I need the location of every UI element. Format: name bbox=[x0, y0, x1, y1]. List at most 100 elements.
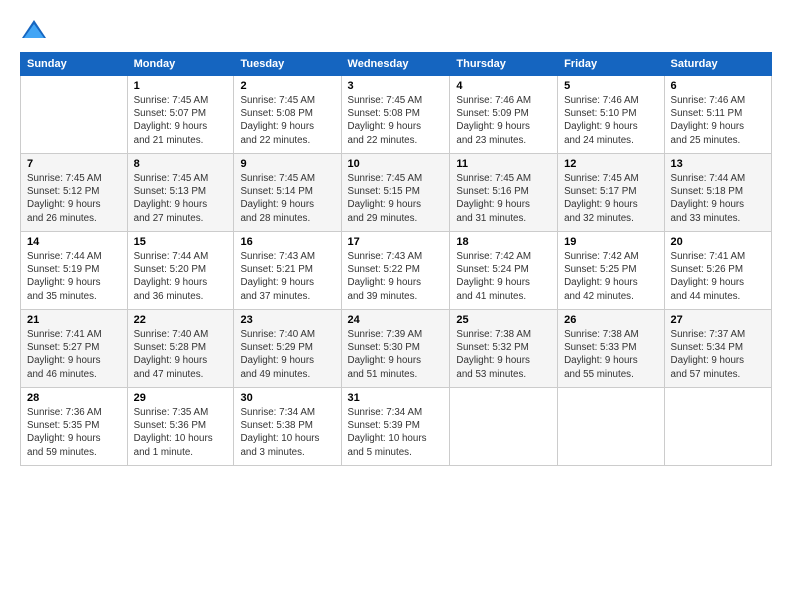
day-number: 3 bbox=[348, 80, 444, 92]
header-day: Wednesday bbox=[341, 53, 450, 76]
day-info: Sunrise: 7:45 AM Sunset: 5:15 PM Dayligh… bbox=[348, 172, 444, 225]
header-day: Monday bbox=[127, 53, 234, 76]
day-number: 28 bbox=[27, 392, 121, 404]
day-info: Sunrise: 7:45 AM Sunset: 5:07 PM Dayligh… bbox=[134, 94, 228, 147]
day-info: Sunrise: 7:42 AM Sunset: 5:24 PM Dayligh… bbox=[456, 250, 551, 303]
calendar-cell: 2Sunrise: 7:45 AM Sunset: 5:08 PM Daylig… bbox=[234, 76, 341, 154]
day-info: Sunrise: 7:40 AM Sunset: 5:29 PM Dayligh… bbox=[240, 328, 334, 381]
calendar-cell: 17Sunrise: 7:43 AM Sunset: 5:22 PM Dayli… bbox=[341, 232, 450, 310]
calendar-cell: 10 Sunrise: 7:45 AM Sunset: 5:15 PM Dayli… bbox=[341, 154, 450, 232]
calendar-cell: 23 Sunrise: 7:40 AM Sunset: 5:29 PM Dayli… bbox=[234, 310, 341, 388]
day-number: 6 bbox=[671, 80, 765, 92]
day-number: 5 bbox=[564, 80, 657, 92]
day-info: Sunrise: 7:38 AM Sunset: 5:32 PM Dayligh… bbox=[456, 328, 551, 381]
day-number: 4 bbox=[456, 80, 551, 92]
week-row: 14 Sunrise: 7:44 AM Sunset: 5:19 PM Dayli… bbox=[21, 232, 772, 310]
day-number: 12 bbox=[564, 158, 657, 170]
calendar-cell: 21 Sunrise: 7:41 AM Sunset: 5:27 PM Dayli… bbox=[21, 310, 128, 388]
calendar-cell: 11Sunrise: 7:45 AM Sunset: 5:16 PM Dayli… bbox=[450, 154, 558, 232]
calendar-cell: 28Sunrise: 7:36 AM Sunset: 5:35 PM Dayli… bbox=[21, 388, 128, 466]
calendar-cell: 18 Sunrise: 7:42 AM Sunset: 5:24 PM Dayli… bbox=[450, 232, 558, 310]
calendar-cell: 26 Sunrise: 7:38 AM Sunset: 5:33 PM Dayli… bbox=[558, 310, 664, 388]
header-day: Saturday bbox=[664, 53, 771, 76]
day-number: 9 bbox=[240, 158, 334, 170]
header-row: SundayMondayTuesdayWednesdayThursdayFrid… bbox=[21, 53, 772, 76]
calendar-cell bbox=[450, 388, 558, 466]
calendar-table: SundayMondayTuesdayWednesdayThursdayFrid… bbox=[20, 52, 772, 466]
day-info: Sunrise: 7:44 AM Sunset: 5:19 PM Dayligh… bbox=[27, 250, 121, 303]
calendar-cell: 1 Sunrise: 7:45 AM Sunset: 5:07 PM Daylig… bbox=[127, 76, 234, 154]
week-row: 7Sunrise: 7:45 AM Sunset: 5:12 PM Daylig… bbox=[21, 154, 772, 232]
day-number: 23 bbox=[240, 314, 334, 326]
day-number: 20 bbox=[671, 236, 765, 248]
calendar-cell: 12 Sunrise: 7:45 AM Sunset: 5:17 PM Dayli… bbox=[558, 154, 664, 232]
calendar-cell: 27Sunrise: 7:37 AM Sunset: 5:34 PM Dayli… bbox=[664, 310, 771, 388]
day-number: 21 bbox=[27, 314, 121, 326]
day-number: 17 bbox=[348, 236, 444, 248]
day-number: 22 bbox=[134, 314, 228, 326]
day-info: Sunrise: 7:34 AM Sunset: 5:38 PM Dayligh… bbox=[240, 406, 334, 459]
day-info: Sunrise: 7:45 AM Sunset: 5:14 PM Dayligh… bbox=[240, 172, 334, 225]
day-info: Sunrise: 7:45 AM Sunset: 5:08 PM Dayligh… bbox=[348, 94, 444, 147]
day-info: Sunrise: 7:45 AM Sunset: 5:13 PM Dayligh… bbox=[134, 172, 228, 225]
day-number: 30 bbox=[240, 392, 334, 404]
calendar-cell: 16Sunrise: 7:43 AM Sunset: 5:21 PM Dayli… bbox=[234, 232, 341, 310]
calendar-cell: 22 Sunrise: 7:40 AM Sunset: 5:28 PM Dayli… bbox=[127, 310, 234, 388]
calendar-cell: 6 Sunrise: 7:46 AM Sunset: 5:11 PM Daylig… bbox=[664, 76, 771, 154]
calendar-cell bbox=[558, 388, 664, 466]
day-info: Sunrise: 7:46 AM Sunset: 5:11 PM Dayligh… bbox=[671, 94, 765, 147]
day-info: Sunrise: 7:38 AM Sunset: 5:33 PM Dayligh… bbox=[564, 328, 657, 381]
calendar-cell bbox=[21, 76, 128, 154]
calendar-cell: 14 Sunrise: 7:44 AM Sunset: 5:19 PM Dayli… bbox=[21, 232, 128, 310]
day-info: Sunrise: 7:42 AM Sunset: 5:25 PM Dayligh… bbox=[564, 250, 657, 303]
header-day: Thursday bbox=[450, 53, 558, 76]
logo bbox=[20, 16, 52, 44]
calendar-cell: 20 Sunrise: 7:41 AM Sunset: 5:26 PM Dayli… bbox=[664, 232, 771, 310]
header bbox=[20, 16, 772, 44]
day-info: Sunrise: 7:45 AM Sunset: 5:12 PM Dayligh… bbox=[27, 172, 121, 225]
day-info: Sunrise: 7:35 AM Sunset: 5:36 PM Dayligh… bbox=[134, 406, 228, 459]
calendar-cell: 25 Sunrise: 7:38 AM Sunset: 5:32 PM Dayli… bbox=[450, 310, 558, 388]
calendar-cell: 8Sunrise: 7:45 AM Sunset: 5:13 PM Daylig… bbox=[127, 154, 234, 232]
header-day: Tuesday bbox=[234, 53, 341, 76]
calendar-cell: 7Sunrise: 7:45 AM Sunset: 5:12 PM Daylig… bbox=[21, 154, 128, 232]
day-number: 26 bbox=[564, 314, 657, 326]
day-number: 25 bbox=[456, 314, 551, 326]
logo-icon bbox=[20, 16, 48, 44]
day-info: Sunrise: 7:34 AM Sunset: 5:39 PM Dayligh… bbox=[348, 406, 444, 459]
header-day: Sunday bbox=[21, 53, 128, 76]
day-info: Sunrise: 7:41 AM Sunset: 5:26 PM Dayligh… bbox=[671, 250, 765, 303]
day-info: Sunrise: 7:41 AM Sunset: 5:27 PM Dayligh… bbox=[27, 328, 121, 381]
calendar-cell: 24 Sunrise: 7:39 AM Sunset: 5:30 PM Dayli… bbox=[341, 310, 450, 388]
calendar-page: SundayMondayTuesdayWednesdayThursdayFrid… bbox=[0, 0, 792, 612]
calendar-cell: 29Sunrise: 7:35 AM Sunset: 5:36 PM Dayli… bbox=[127, 388, 234, 466]
day-info: Sunrise: 7:44 AM Sunset: 5:18 PM Dayligh… bbox=[671, 172, 765, 225]
day-number: 14 bbox=[27, 236, 121, 248]
day-number: 24 bbox=[348, 314, 444, 326]
day-info: Sunrise: 7:37 AM Sunset: 5:34 PM Dayligh… bbox=[671, 328, 765, 381]
week-row: 1 Sunrise: 7:45 AM Sunset: 5:07 PM Daylig… bbox=[21, 76, 772, 154]
day-number: 13 bbox=[671, 158, 765, 170]
day-number: 1 bbox=[134, 80, 228, 92]
calendar-cell: 15Sunrise: 7:44 AM Sunset: 5:20 PM Dayli… bbox=[127, 232, 234, 310]
day-info: Sunrise: 7:45 AM Sunset: 5:16 PM Dayligh… bbox=[456, 172, 551, 225]
week-row: 21 Sunrise: 7:41 AM Sunset: 5:27 PM Dayli… bbox=[21, 310, 772, 388]
day-info: Sunrise: 7:40 AM Sunset: 5:28 PM Dayligh… bbox=[134, 328, 228, 381]
day-info: Sunrise: 7:46 AM Sunset: 5:09 PM Dayligh… bbox=[456, 94, 551, 147]
calendar-cell: 13 Sunrise: 7:44 AM Sunset: 5:18 PM Dayli… bbox=[664, 154, 771, 232]
day-number: 18 bbox=[456, 236, 551, 248]
day-info: Sunrise: 7:39 AM Sunset: 5:30 PM Dayligh… bbox=[348, 328, 444, 381]
calendar-cell: 31 Sunrise: 7:34 AM Sunset: 5:39 PM Dayli… bbox=[341, 388, 450, 466]
day-number: 10 bbox=[348, 158, 444, 170]
day-number: 19 bbox=[564, 236, 657, 248]
calendar-cell: 30 Sunrise: 7:34 AM Sunset: 5:38 PM Dayli… bbox=[234, 388, 341, 466]
calendar-cell: 4 Sunrise: 7:46 AM Sunset: 5:09 PM Daylig… bbox=[450, 76, 558, 154]
day-info: Sunrise: 7:45 AM Sunset: 5:17 PM Dayligh… bbox=[564, 172, 657, 225]
week-row: 28Sunrise: 7:36 AM Sunset: 5:35 PM Dayli… bbox=[21, 388, 772, 466]
day-number: 31 bbox=[348, 392, 444, 404]
calendar-cell: 5Sunrise: 7:46 AM Sunset: 5:10 PM Daylig… bbox=[558, 76, 664, 154]
day-info: Sunrise: 7:43 AM Sunset: 5:21 PM Dayligh… bbox=[240, 250, 334, 303]
header-day: Friday bbox=[558, 53, 664, 76]
calendar-cell bbox=[664, 388, 771, 466]
calendar-cell: 9 Sunrise: 7:45 AM Sunset: 5:14 PM Daylig… bbox=[234, 154, 341, 232]
